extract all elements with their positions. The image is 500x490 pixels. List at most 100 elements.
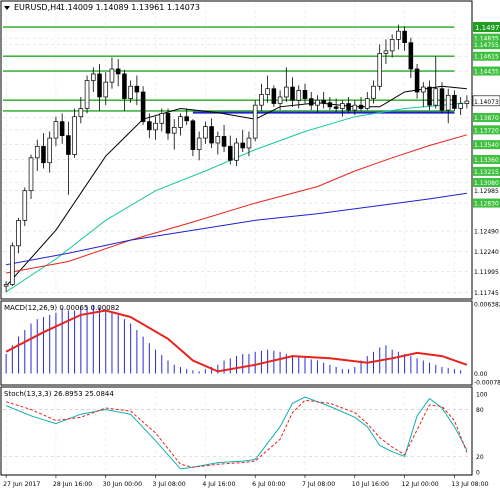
- stoch-tick-label: 80: [476, 407, 484, 414]
- macd-tick-label: 0.006382: [474, 302, 500, 309]
- candle-body: [427, 86, 432, 106]
- time-tick-label: 30 Jun 00:00: [103, 481, 142, 488]
- candle-body: [147, 121, 152, 131]
- candle-body: [377, 53, 382, 87]
- price-tick-label: 1.12490: [474, 229, 499, 236]
- candle-body: [439, 88, 445, 111]
- candle-body: [240, 142, 246, 149]
- candle-body: [371, 85, 376, 99]
- candle-body: [122, 73, 127, 99]
- candle-body: [234, 142, 239, 161]
- time-tick-label: 3 Jul 08:00: [153, 481, 186, 488]
- candle-body: [445, 94, 451, 111]
- candle-body: [34, 145, 40, 159]
- candle-body: [358, 104, 364, 109]
- price-tick-label: 1.12830: [474, 201, 499, 208]
- candle-body: [296, 90, 302, 101]
- time-tick-label: 7 Jul 08:00: [302, 481, 335, 488]
- macd-title: MACD(12,26,9) 0.00065 0.00082: [4, 304, 120, 312]
- candle-body: [221, 136, 227, 147]
- price-tick-label: 1.13870: [474, 115, 499, 122]
- time-tick-label: 10 Jul 16:00: [352, 481, 389, 488]
- price-tick-label: 1.14615: [474, 54, 499, 61]
- price-tick-label: 1.13540: [474, 142, 499, 149]
- candle-body: [302, 90, 308, 99]
- candle-body: [277, 96, 283, 104]
- time-tick-label: 12 Jul 00:00: [402, 481, 439, 488]
- candle-body: [165, 113, 171, 134]
- time-tick-label: 27 Jun 2017: [3, 481, 40, 488]
- candle-body: [47, 137, 52, 164]
- stoch-tick-label: 0: [476, 470, 480, 477]
- candle-body: [196, 137, 202, 150]
- candle-body: [10, 245, 15, 285]
- candle-body: [364, 98, 370, 109]
- candle-body: [290, 86, 295, 101]
- candle-body: [433, 88, 439, 106]
- candle-body: [22, 190, 28, 221]
- candle-body: [414, 68, 420, 93]
- price-tick-label: 1.14755: [474, 42, 499, 49]
- price-panel: 1.14971.148351.147551.146151.144351.1407…: [0, 0, 500, 300]
- candle-body: [78, 108, 84, 118]
- stoch-panel: 100 80 20 0 Stoch(13,3,3) 26.8953 25.0844: [0, 386, 488, 477]
- candle-body: [246, 137, 252, 149]
- stoch-title: Stoch(13,3,3) 26.8953 25.0844: [4, 390, 114, 398]
- stoch-tick-label: 100: [476, 391, 488, 398]
- candle-body: [184, 116, 189, 122]
- candle-body: [402, 30, 407, 44]
- candle-body: [252, 104, 258, 139]
- candle-body: [97, 73, 102, 98]
- price-tick-label: 1.11745: [474, 290, 499, 297]
- candle-body: [284, 86, 289, 98]
- candle-body: [271, 88, 277, 104]
- candle-body: [209, 126, 214, 144]
- ohlc-header: 1.14009 1.14089 1.13961 1.14073: [60, 3, 200, 12]
- price-tick-label: 1.13720: [474, 127, 499, 134]
- candle-body: [383, 50, 389, 54]
- candle-body: [178, 116, 183, 128]
- stoch-tick-label: 20: [476, 454, 484, 461]
- candle-body: [215, 136, 221, 144]
- candle-body: [408, 42, 414, 70]
- price-tick-label: 1.13080: [474, 180, 499, 187]
- candle-body: [352, 104, 358, 111]
- candle-body: [3, 284, 9, 287]
- time-tick-label: 13 Jul 08:00: [451, 481, 488, 488]
- candle-body: [171, 127, 177, 134]
- time-tick-label: 4 Jul 16:00: [202, 481, 235, 488]
- candle-body: [109, 68, 115, 83]
- candle-body: [140, 91, 146, 122]
- candle-body: [308, 98, 314, 106]
- candle-body: [340, 103, 345, 109]
- candle-body: [103, 81, 109, 98]
- time-tick-label: 28 Jun 16:00: [53, 481, 92, 488]
- price-tick-label: 1.13360: [474, 157, 499, 164]
- macd-tick-label: 0.00: [474, 371, 488, 378]
- candle-body: [159, 113, 165, 124]
- candle-body: [190, 120, 196, 150]
- candle-body: [327, 102, 333, 108]
- candle-body: [464, 100, 470, 104]
- candle-body: [91, 73, 96, 81]
- price-tick-label: 1.11995: [474, 269, 499, 276]
- price-tick-label: 1.12240: [474, 249, 499, 256]
- candle-body: [153, 122, 158, 131]
- candle-body: [259, 94, 264, 106]
- price-title: EURUSD,H4: [14, 3, 61, 12]
- price-tick-label: 1.14435: [474, 69, 499, 76]
- candle-body: [227, 145, 233, 161]
- chart-canvas: 1.14971.148351.147551.146151.144351.1407…: [0, 0, 500, 490]
- candle-body: [134, 85, 140, 93]
- candle-body: [115, 68, 121, 75]
- macd-panel: 0.006382 0.00 -0.000786 MACD(12,26,9) 0.00…: [0, 300, 500, 387]
- candle-body: [346, 103, 351, 111]
- candle-body: [265, 88, 270, 95]
- candle-body: [321, 99, 326, 104]
- candle-body: [458, 103, 463, 109]
- candle-body: [452, 94, 457, 109]
- candle-body: [41, 145, 46, 164]
- price-tick-label: 1.1497: [475, 24, 500, 32]
- candle-body: [203, 126, 208, 139]
- macd-tick-label: -0.000786: [474, 380, 500, 387]
